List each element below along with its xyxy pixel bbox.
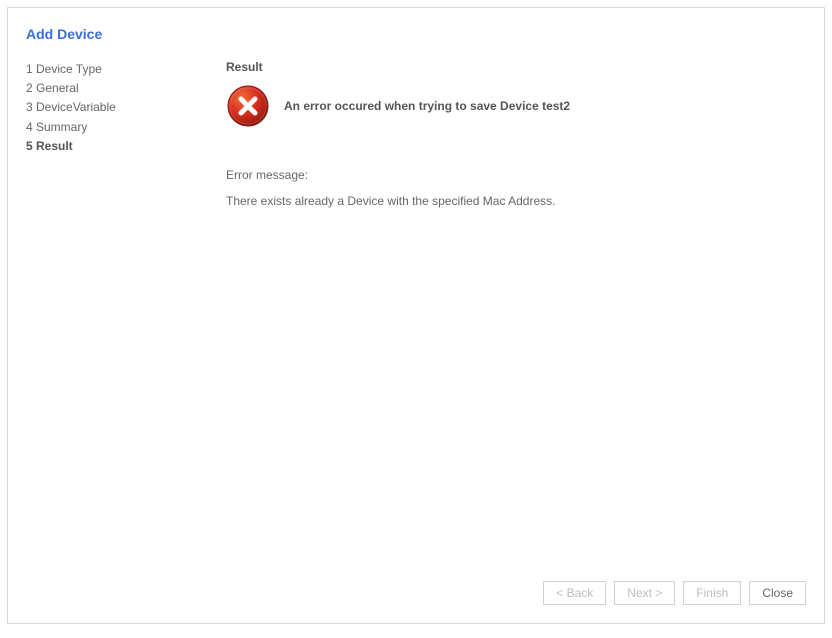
wizard-button-bar: < Back Next > Finish Close xyxy=(543,581,806,605)
error-message-detail: There exists already a Device with the s… xyxy=(226,194,806,208)
result-panel: Result xyxy=(226,60,806,208)
step-device-variable: 3 DeviceVariable xyxy=(26,98,226,117)
error-summary-row: An error occured when trying to save Dev… xyxy=(226,84,806,128)
wizard-steps: 1 Device Type 2 General 3 DeviceVariable… xyxy=(26,60,226,156)
result-section-title: Result xyxy=(226,60,806,74)
dialog-content: 1 Device Type 2 General 3 DeviceVariable… xyxy=(8,42,824,208)
error-heading: An error occured when trying to save Dev… xyxy=(284,99,570,113)
next-button[interactable]: Next > xyxy=(614,581,675,605)
finish-button[interactable]: Finish xyxy=(683,581,741,605)
error-message-label: Error message: xyxy=(226,168,806,182)
back-button[interactable]: < Back xyxy=(543,581,606,605)
step-device-type: 1 Device Type xyxy=(26,60,226,79)
step-result: 5 Result xyxy=(26,137,226,156)
dialog-title: Add Device xyxy=(8,8,824,42)
error-icon xyxy=(226,84,270,128)
step-summary: 4 Summary xyxy=(26,118,226,137)
add-device-dialog: Add Device 1 Device Type 2 General 3 Dev… xyxy=(7,7,825,624)
step-general: 2 General xyxy=(26,79,226,98)
close-button[interactable]: Close xyxy=(749,581,806,605)
